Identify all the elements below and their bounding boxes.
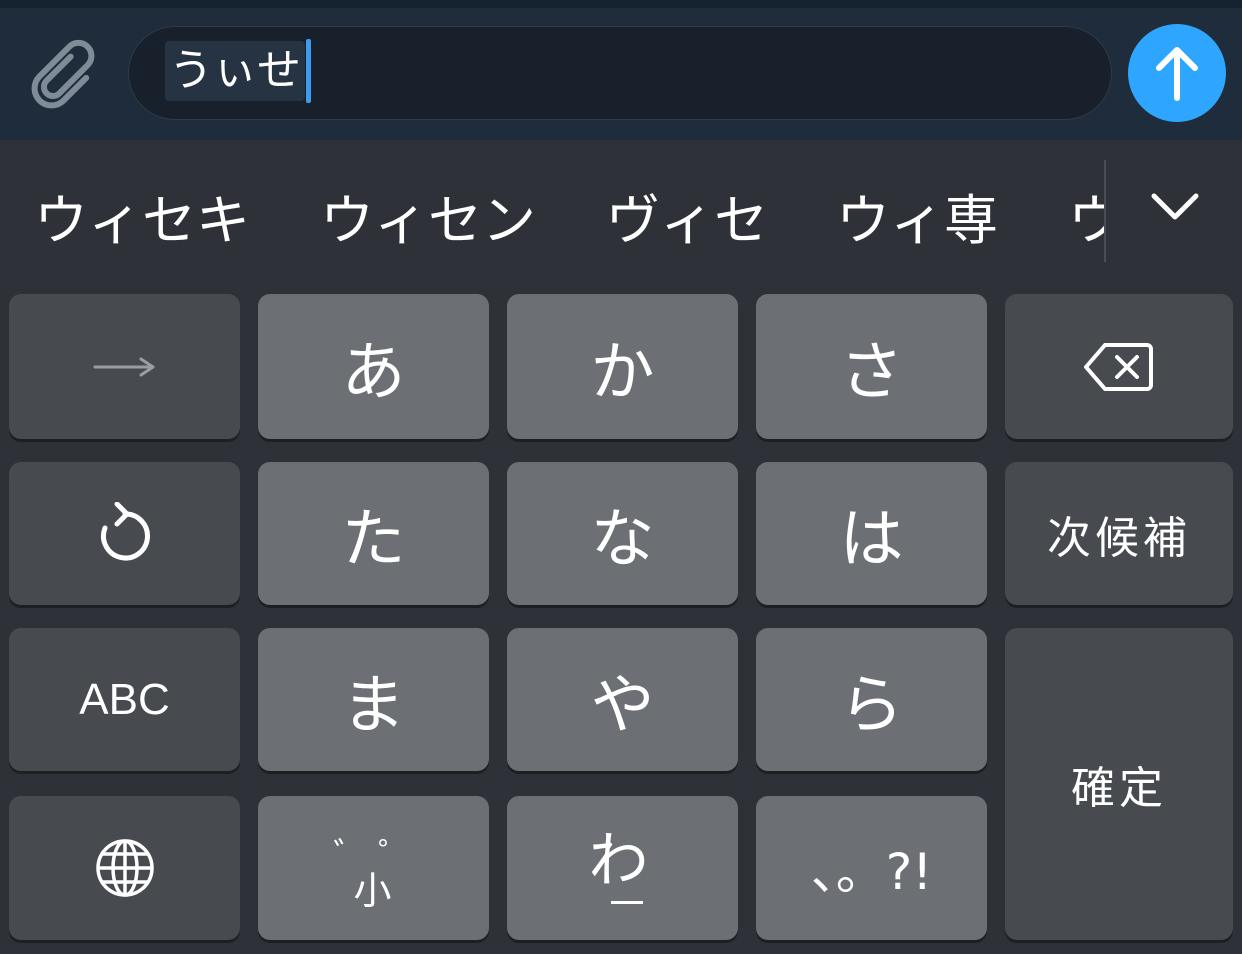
arrow-up-icon [1156, 47, 1198, 101]
globe-key[interactable] [9, 796, 240, 940]
candidate-divider [1104, 160, 1106, 262]
delete-key[interactable] [1005, 294, 1233, 439]
candidate-item[interactable]: ウィ専 [836, 186, 998, 256]
candidate-item[interactable]: ウ [1068, 186, 1104, 256]
send-button[interactable] [1128, 24, 1226, 122]
undo-key[interactable] [9, 462, 240, 605]
key-wa-label: わ [588, 826, 649, 896]
abc-key[interactable]: ABC [9, 628, 240, 771]
key-ha[interactable]: は [756, 462, 987, 605]
key-sa[interactable]: さ [756, 294, 987, 439]
paperclip-icon[interactable] [26, 36, 104, 114]
punctuation-key[interactable]: 、。?! [756, 796, 987, 940]
candidate-item[interactable]: ウィセキ [34, 186, 250, 256]
candidate-item[interactable]: ウィセン [320, 186, 536, 256]
composing-text: うぃせ [165, 41, 305, 101]
key-ra[interactable]: ら [756, 628, 987, 771]
next-candidate-key[interactable]: 次候補 [1005, 462, 1233, 605]
undo-icon [100, 501, 150, 560]
candidate-overflow: ウ [1068, 186, 1104, 256]
small-kana-mark: 小 [353, 869, 392, 913]
arrow-right-icon [93, 357, 154, 376]
confirm-key[interactable]: 確定 [1005, 628, 1233, 940]
candidate-bar: ウィセキ ウィセン ヴィセ ウィ専 ウ [0, 140, 1242, 285]
key-na[interactable]: な [507, 462, 738, 605]
key-wa[interactable]: わ [507, 796, 738, 940]
candidate-item[interactable]: ヴィセ [606, 186, 768, 256]
key-ka[interactable]: か [507, 294, 738, 439]
arrow-right-key[interactable] [9, 294, 240, 439]
message-input[interactable]: うぃせ [128, 26, 1112, 120]
key-a[interactable]: あ [258, 294, 489, 439]
key-ta[interactable]: た [258, 462, 489, 605]
chevron-down-icon[interactable] [1148, 186, 1202, 226]
key-ya[interactable]: や [507, 628, 738, 771]
backspace-icon [1084, 342, 1153, 391]
long-vowel-mark [610, 901, 643, 904]
message-input-bar: うぃせ [0, 8, 1242, 140]
text-caret [306, 39, 311, 103]
dakuten-key[interactable]: ゛ ゜ 小 [258, 796, 489, 940]
globe-icon [95, 839, 154, 897]
key-ma[interactable]: ま [258, 628, 489, 771]
